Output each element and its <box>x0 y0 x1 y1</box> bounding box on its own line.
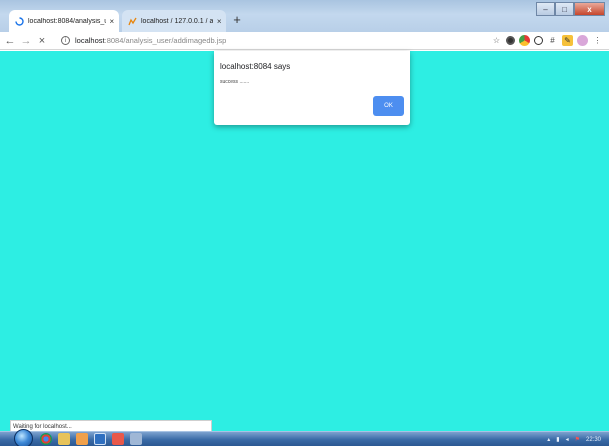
flag-icon[interactable]: ⚑ <box>575 436 580 443</box>
windows-taskbar: ▴ ▮ ◂ ⚑ 22:30 <box>0 429 609 446</box>
start-button[interactable] <box>14 429 33 446</box>
tab-phpmyadmin[interactable]: localhost / 127.0.0.1 / analysis | p × <box>122 10 226 32</box>
minimize-button[interactable]: – <box>536 2 555 16</box>
maximize-button[interactable]: □ <box>555 2 574 16</box>
grid-extension-icon[interactable]: # <box>547 35 558 46</box>
color-extension-icon[interactable] <box>519 35 530 46</box>
record-icon[interactable] <box>534 36 543 45</box>
clock[interactable]: 22:30 <box>586 437 601 443</box>
media-icon[interactable] <box>130 433 142 445</box>
network-icon[interactable]: ▮ <box>556 436 559 443</box>
pen-extension-icon[interactable]: ✎ <box>562 35 573 46</box>
alert-dialog: localhost:8084 says success ....... OK <box>214 51 410 125</box>
explorer-icon[interactable] <box>58 433 70 445</box>
phpmyadmin-icon <box>128 17 137 26</box>
extension-icons: ☆ # ✎ ⋮ <box>491 35 603 46</box>
url-host: localhost <box>75 36 105 45</box>
tab-analysis-user[interactable]: localhost:8084/analysis_user/ad × <box>9 10 119 32</box>
back-button[interactable]: ← <box>4 34 16 48</box>
browser-tab-strip: localhost:8084/analysis_user/ad × localh… <box>0 0 609 32</box>
tab-title: localhost / 127.0.0.1 / analysis | p <box>141 17 214 25</box>
address-bar[interactable]: localhost:8084/analysis_user/addimagedb.… <box>75 35 226 47</box>
dialog-message: success ....... <box>220 79 250 85</box>
tab-title: localhost:8084/analysis_user/ad <box>28 17 106 25</box>
file-manager-icon[interactable] <box>76 433 88 445</box>
menu-icon[interactable]: ⋮ <box>592 35 603 46</box>
chrome-extension-icon[interactable] <box>506 36 515 45</box>
security-icon[interactable] <box>94 433 106 445</box>
tab-close-icon[interactable]: × <box>109 17 115 26</box>
taskbar-apps <box>40 433 142 445</box>
browser-toolbar: ← → × i localhost:8084/analysis_user/add… <box>0 32 609 50</box>
ok-button[interactable]: OK <box>373 96 404 116</box>
loading-spinner-icon <box>15 16 24 26</box>
tray-arrow-icon[interactable]: ▴ <box>547 436 550 443</box>
close-window-button[interactable]: x <box>574 2 605 16</box>
forward-button[interactable]: → <box>20 34 32 48</box>
profile-icon[interactable] <box>577 35 588 46</box>
site-info-icon[interactable]: i <box>61 36 70 45</box>
email-icon[interactable] <box>112 433 124 445</box>
tab-close-icon[interactable]: × <box>216 17 222 26</box>
chrome-icon[interactable] <box>40 433 52 445</box>
dialog-title: localhost:8084 says <box>220 62 291 71</box>
stop-loading-button[interactable]: × <box>36 34 48 48</box>
star-icon[interactable]: ☆ <box>491 35 502 46</box>
system-tray: ▴ ▮ ◂ ⚑ 22:30 <box>547 432 601 446</box>
url-path: :8084/analysis_user/addimagedb.jsp <box>104 36 227 45</box>
new-tab-button[interactable]: + <box>230 13 244 27</box>
window-controls: – □ x <box>536 2 605 16</box>
volume-icon[interactable]: ◂ <box>566 436 569 443</box>
